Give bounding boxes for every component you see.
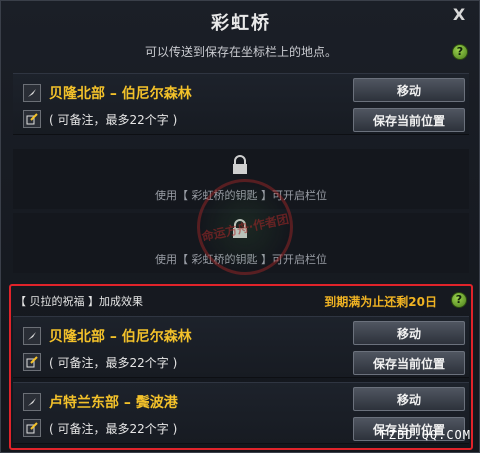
lock-icon bbox=[231, 155, 249, 179]
bonus-remaining: 到期满为止还剩20日 bbox=[324, 295, 437, 309]
compass-icon bbox=[23, 393, 41, 411]
move-button[interactable]: 移动 bbox=[353, 387, 465, 411]
compass-icon bbox=[23, 327, 41, 345]
edit-memo-icon[interactable] bbox=[23, 353, 41, 371]
watermark-text: 命运方舟·作者团 bbox=[200, 211, 290, 244]
memo-field[interactable]: ( 可备注，最多22个字 ) bbox=[49, 354, 177, 371]
location-name: 贝隆北部 – 伯尼尔森林 bbox=[49, 329, 192, 345]
location-name: 贝隆北部 – 伯尼尔森林 bbox=[49, 86, 192, 102]
location-name: 卢特兰东部 – 鬓波港 bbox=[49, 395, 178, 411]
compass-icon bbox=[23, 84, 41, 102]
help-icon[interactable]: ? bbox=[451, 292, 467, 308]
edit-memo-icon[interactable] bbox=[23, 110, 41, 128]
memo-field[interactable]: ( 可备注，最多22个字 ) bbox=[49, 111, 177, 128]
rainbow-bridge-window: 彩虹桥 X 可以传送到保存在坐标栏上的地点。 ? 贝隆北部 – 伯尼尔森林 ( … bbox=[0, 0, 480, 453]
move-button[interactable]: 移动 bbox=[353, 321, 465, 345]
site-watermark: FZBD.QQ.COM bbox=[380, 428, 471, 442]
window-subtitle: 可以传送到保存在坐标栏上的地点。 bbox=[144, 45, 337, 59]
move-button[interactable]: 移动 bbox=[353, 78, 465, 102]
edit-memo-icon[interactable] bbox=[23, 419, 41, 437]
save-position-button[interactable]: 保存当前位置 bbox=[353, 351, 465, 375]
help-icon[interactable]: ? bbox=[452, 44, 468, 60]
bonus-location-slot: 贝隆北部 – 伯尼尔森林 ( 可备注，最多22个字 ) 移动 保存当前位置 bbox=[13, 316, 469, 378]
bonus-section: 【 贝拉的祝福 】加成效果 到期满为止还剩20日 ? 贝隆北部 – 伯尼尔森林 … bbox=[9, 284, 473, 450]
bonus-header: 【 贝拉的祝福 】加成效果 bbox=[15, 295, 143, 308]
close-icon[interactable]: X bbox=[449, 5, 469, 25]
memo-field[interactable]: ( 可备注，最多22个字 ) bbox=[49, 420, 177, 437]
window-title: 彩虹桥 bbox=[211, 13, 271, 34]
save-position-button[interactable]: 保存当前位置 bbox=[353, 108, 465, 132]
saved-location-slot: 贝隆北部 – 伯尼尔森林 ( 可备注，最多22个字 ) 移动 保存当前位置 bbox=[13, 73, 469, 135]
